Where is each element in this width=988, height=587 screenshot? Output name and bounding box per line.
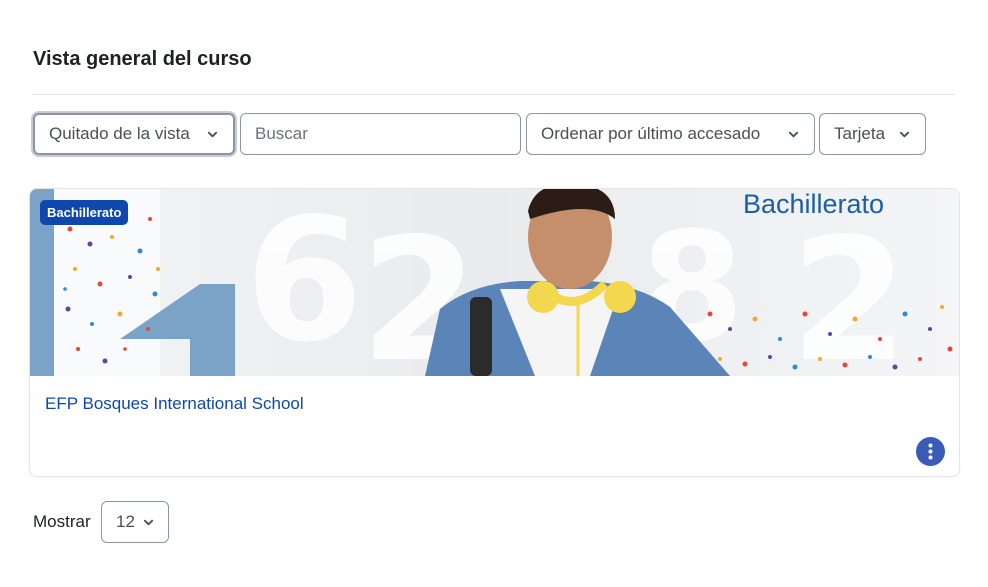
course-name-link[interactable]: EFP Bosques International School <box>45 394 304 414</box>
kebab-vertical-icon <box>928 443 933 460</box>
course-actions-button[interactable] <box>916 437 945 466</box>
svg-text:2: 2 <box>790 202 908 376</box>
course-category-badge: Bachillerato <box>40 200 129 225</box>
sort-dropdown-label: Ordenar por último accesado <box>541 124 761 143</box>
display-mode-dropdown[interactable]: Tarjeta <box>819 113 926 155</box>
search-input[interactable] <box>255 124 506 144</box>
display-mode-label: Tarjeta <box>834 124 886 143</box>
per-page-value: 12 <box>116 512 135 531</box>
course-card: 6 2 8 2 Bachillerato Bachillerato EFP Bo… <box>29 188 960 477</box>
grouping-dropdown[interactable]: Quitado de la vista <box>33 113 235 155</box>
chevron-down-icon <box>205 127 219 141</box>
svg-text:6: 6 <box>245 189 363 376</box>
block-title: Vista general del curso <box>33 48 252 70</box>
paging-label: Mostrar <box>33 512 91 531</box>
sort-dropdown[interactable]: Ordenar por último accesado <box>526 113 815 155</box>
search-field[interactable] <box>240 113 521 155</box>
chevron-down-icon <box>143 517 154 528</box>
title-divider <box>33 94 955 95</box>
grouping-dropdown-label: Quitado de la vista <box>49 124 190 143</box>
course-banner-graphic: 6 2 8 2 Bachillerato <box>30 189 959 376</box>
per-page-dropdown[interactable]: 12 <box>101 501 169 543</box>
banner-heading: Bachillerato <box>743 189 884 219</box>
chevron-down-icon <box>897 127 911 141</box>
chevron-down-icon <box>786 127 800 141</box>
course-image[interactable]: 6 2 8 2 Bachillerato Bachillerato <box>30 189 959 376</box>
